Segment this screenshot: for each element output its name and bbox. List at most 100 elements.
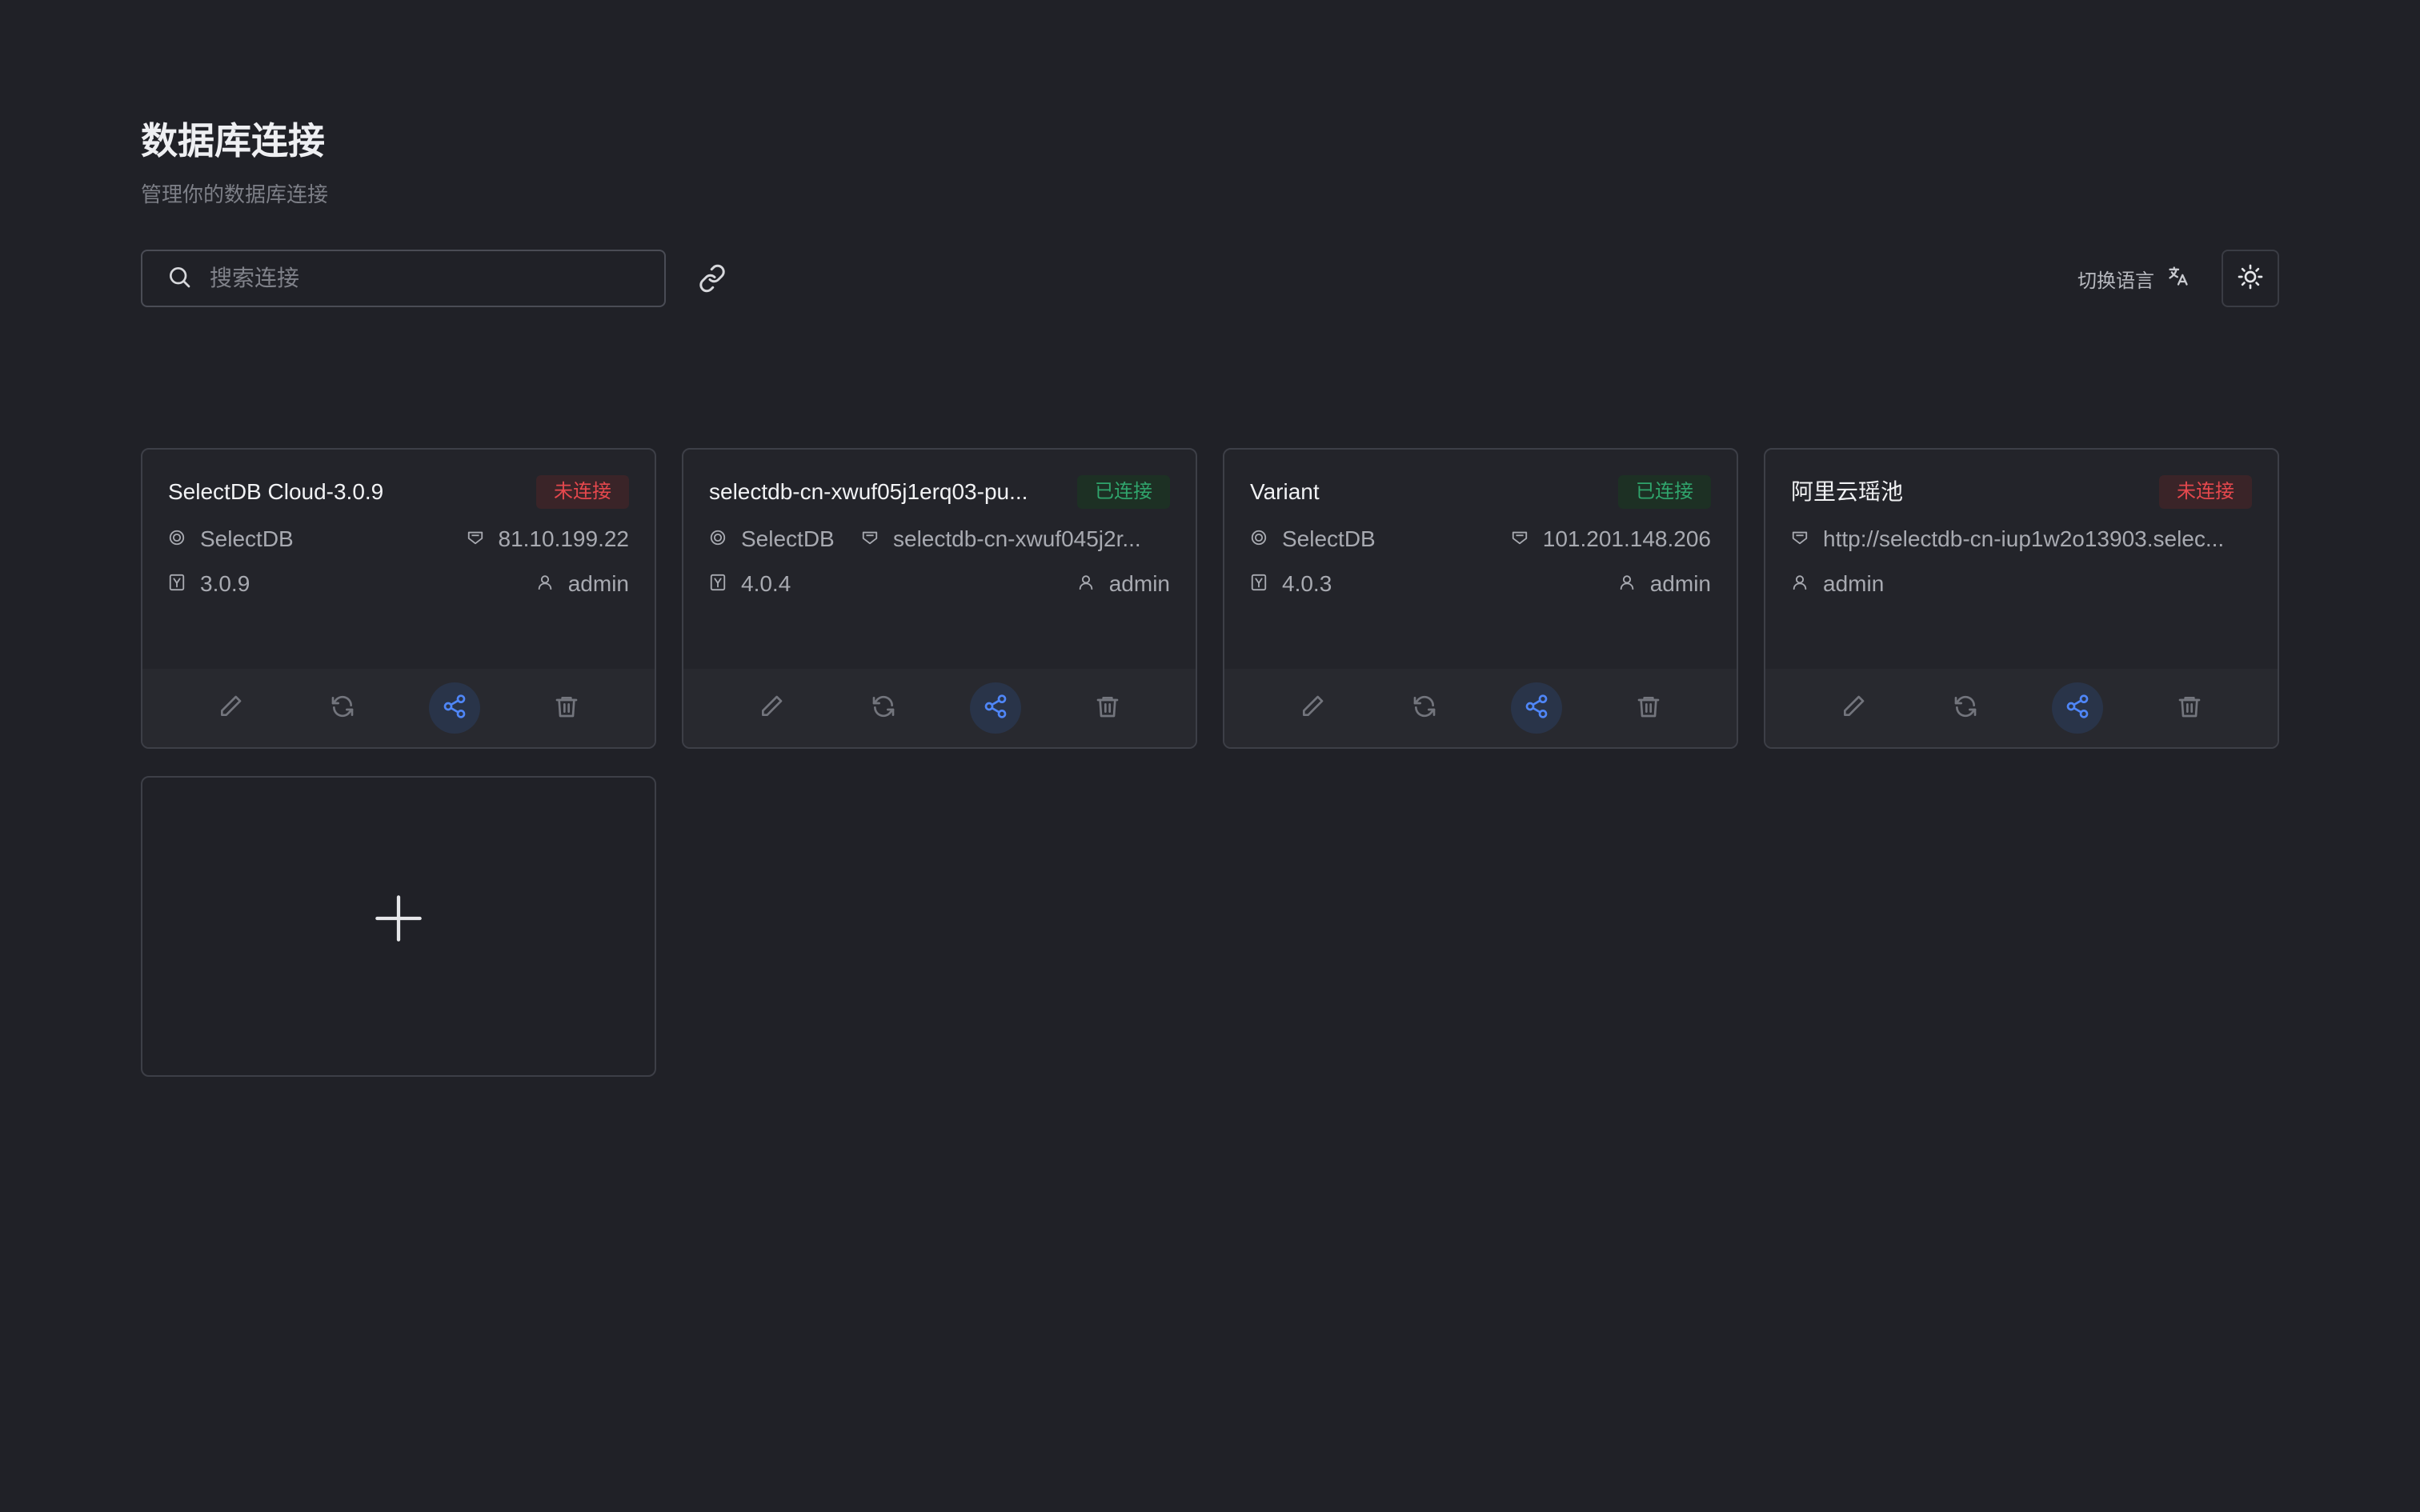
page-subtitle: 管理你的数据库连接	[141, 182, 329, 206]
connection-card[interactable]: 阿里云瑶池 未连接 http://selectdb-cn-iup1w2o1390…	[1764, 448, 2279, 749]
edit-button[interactable]	[1287, 682, 1338, 734]
edit-button[interactable]	[746, 682, 797, 734]
edit-button[interactable]	[1828, 682, 1879, 734]
database-icon	[168, 526, 200, 552]
pencil-icon	[218, 694, 243, 723]
share-button[interactable]	[970, 682, 1021, 734]
trash-icon	[2177, 694, 2202, 723]
share-icon	[2065, 694, 2090, 723]
connection-version: 3.0.9	[200, 571, 250, 596]
card-info-row: SelectDB 101.201.148.206	[1250, 523, 1711, 555]
connection-name: SelectDB Cloud-3.0.9	[168, 479, 384, 504]
connection-host: http://selectdb-cn-iup1w2o13903.selec...	[1823, 526, 2225, 551]
card-info-row: 3.0.9 admin	[168, 568, 629, 600]
delete-button[interactable]	[541, 682, 592, 734]
refresh-button[interactable]	[858, 682, 909, 734]
connection-card[interactable]: Variant 已连接 SelectDB 101.201.148.206 4.0…	[1223, 448, 1738, 749]
refresh-icon	[1412, 694, 1437, 723]
server-icon	[1791, 526, 1823, 552]
status-badge: 未连接	[536, 475, 629, 509]
delete-button[interactable]	[2164, 682, 2215, 734]
card-header: 阿里云瑶池 未连接	[1791, 474, 2252, 510]
user-icon	[1791, 571, 1823, 597]
pencil-icon	[1300, 694, 1325, 723]
connection-name: 阿里云瑶池	[1791, 479, 1904, 504]
status-badge: 未连接	[2159, 475, 2252, 509]
user-icon	[1618, 571, 1650, 597]
card-actions	[1224, 669, 1737, 747]
connection-type: SelectDB	[200, 526, 294, 551]
link-icon[interactable]	[690, 256, 735, 301]
connection-name: selectdb-cn-xwuf05j1erq03-pu...	[709, 479, 1028, 504]
connection-type: SelectDB	[741, 526, 835, 551]
page-title: 数据库连接	[141, 120, 325, 162]
refresh-icon	[1953, 694, 1978, 723]
share-button[interactable]	[2052, 682, 2103, 734]
language-switch-label: 切换语言	[2077, 270, 2154, 292]
sun-icon	[2238, 264, 2263, 294]
pencil-icon	[759, 694, 784, 723]
card-header: selectdb-cn-xwuf05j1erq03-pu... 已连接	[709, 474, 1170, 510]
plus-icon	[373, 894, 424, 948]
card-actions	[683, 669, 1196, 747]
toolbar: 切换语言	[141, 250, 2279, 307]
connection-user: admin	[1108, 571, 1170, 596]
pencil-icon	[1841, 694, 1866, 723]
add-connection-card[interactable]	[141, 776, 656, 1077]
connection-card[interactable]: SelectDB Cloud-3.0.9 未连接 SelectDB 81.10.…	[141, 448, 656, 749]
refresh-icon	[871, 694, 896, 723]
card-header: Variant 已连接	[1250, 474, 1711, 510]
share-icon	[442, 694, 467, 723]
connection-version: 4.0.3	[1282, 571, 1332, 596]
user-icon	[536, 571, 568, 597]
refresh-button[interactable]	[317, 682, 368, 734]
card-info-row: http://selectdb-cn-iup1w2o13903.selec...	[1791, 523, 2252, 555]
card-actions	[142, 669, 655, 747]
version-icon	[168, 571, 200, 597]
search-input[interactable]	[208, 265, 656, 292]
trash-icon	[1095, 694, 1120, 723]
version-icon	[709, 571, 741, 597]
refresh-button[interactable]	[1940, 682, 1991, 734]
connection-user: admin	[567, 571, 629, 596]
user-icon	[1077, 571, 1109, 597]
card-actions	[1765, 669, 2278, 747]
status-badge: 已连接	[1077, 475, 1170, 509]
connection-user: admin	[1823, 571, 1885, 596]
share-button[interactable]	[429, 682, 480, 734]
refresh-button[interactable]	[1399, 682, 1450, 734]
card-info-row: SelectDB selectdb-cn-xwuf045j2r...	[709, 523, 1170, 555]
connection-name: Variant	[1250, 479, 1320, 504]
connection-host: 101.201.148.206	[1542, 526, 1711, 551]
status-badge: 已连接	[1618, 475, 1711, 509]
connection-user: admin	[1649, 571, 1711, 596]
server-icon	[1511, 526, 1543, 552]
card-info-row: admin	[1791, 568, 2252, 600]
delete-button[interactable]	[1082, 682, 1133, 734]
card-header: SelectDB Cloud-3.0.9 未连接	[168, 474, 629, 510]
share-icon	[983, 694, 1008, 723]
search-box[interactable]	[141, 250, 666, 307]
share-button[interactable]	[1511, 682, 1562, 734]
version-icon	[1250, 571, 1282, 597]
share-icon	[1524, 694, 1549, 723]
connection-type: SelectDB	[1282, 526, 1376, 551]
refresh-icon	[330, 694, 355, 723]
card-info-row: SelectDB 81.10.199.22	[168, 523, 629, 555]
trash-icon	[554, 694, 579, 723]
database-icon	[1250, 526, 1282, 552]
trash-icon	[1636, 694, 1661, 723]
card-info-row: 4.0.3 admin	[1250, 568, 1711, 600]
server-icon	[861, 526, 893, 552]
language-switch-button[interactable]: 切换语言	[2077, 250, 2190, 307]
translate-icon	[2154, 265, 2190, 293]
edit-button[interactable]	[205, 682, 256, 734]
server-icon	[467, 526, 499, 552]
theme-toggle-button[interactable]	[2222, 250, 2279, 307]
connections-page: 数据库连接 管理你的数据库连接 切换语言 SelectDB C	[141, 112, 2279, 1077]
connection-host: selectdb-cn-xwuf045j2r...	[893, 526, 1141, 551]
connection-host: 81.10.199.22	[498, 526, 630, 551]
card-info-row: 4.0.4 admin	[709, 568, 1170, 600]
connection-card[interactable]: selectdb-cn-xwuf05j1erq03-pu... 已连接 Sele…	[682, 448, 1197, 749]
delete-button[interactable]	[1623, 682, 1674, 734]
